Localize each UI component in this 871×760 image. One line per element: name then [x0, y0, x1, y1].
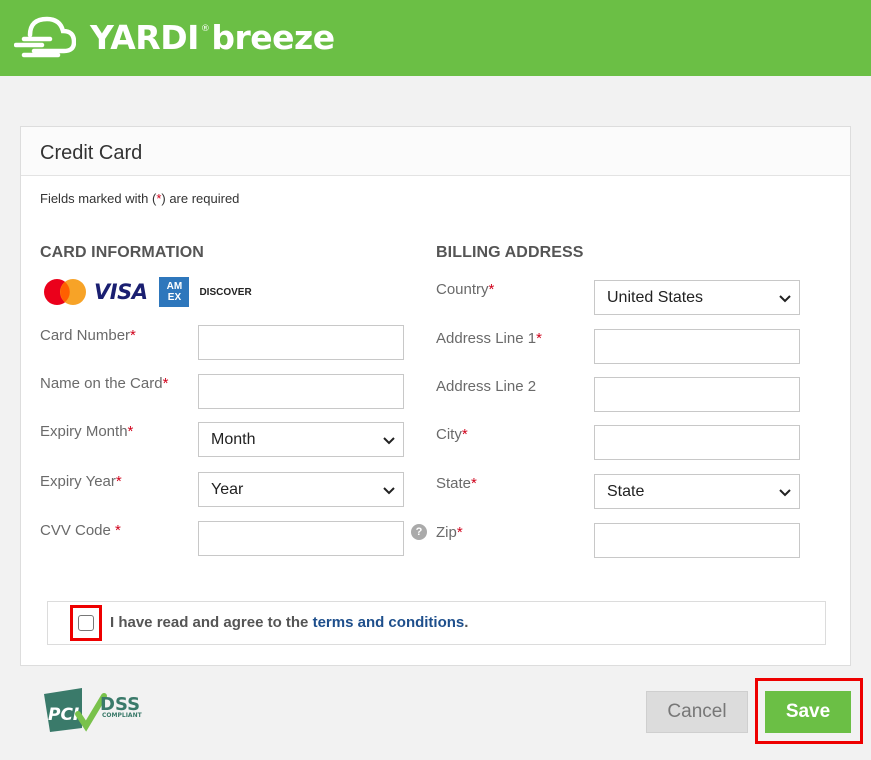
- card-number-input[interactable]: [198, 325, 404, 360]
- state-label: State*: [436, 475, 477, 492]
- help-icon[interactable]: ?: [411, 524, 427, 540]
- state-value: State: [607, 483, 645, 500]
- address-line-2-label: Address Line 2: [436, 378, 537, 395]
- name-on-card-input[interactable]: [198, 374, 404, 409]
- name-on-card-label: Name on the Card*: [40, 375, 169, 392]
- expiry-month-value: Month: [211, 431, 256, 448]
- header-bar: YARDI ®breeze: [0, 0, 871, 76]
- pci-dss-compliant-logo: PCI DSS COMPLIANT: [42, 686, 157, 741]
- pci-text: PCI: [48, 705, 79, 725]
- terms-link[interactable]: terms and conditions: [313, 614, 465, 631]
- credit-card-panel: Credit Card Fields marked with (*) are r…: [20, 126, 851, 666]
- address-line-1-input[interactable]: [594, 329, 800, 364]
- discover-icon: DISCOVER: [199, 286, 252, 298]
- cancel-button[interactable]: Cancel: [646, 691, 748, 733]
- expiry-year-select[interactable]: Year: [198, 472, 404, 507]
- city-input[interactable]: [594, 425, 800, 460]
- zip-label: Zip*: [436, 524, 463, 541]
- country-value: United States: [607, 289, 704, 306]
- terms-agreement-text: I have read and agree to the terms and c…: [110, 614, 469, 631]
- address-line-2-input[interactable]: [594, 377, 800, 412]
- expiry-year-value: Year: [211, 481, 244, 498]
- country-select[interactable]: United States: [594, 280, 800, 315]
- compliant-text: COMPLIANT: [102, 712, 143, 719]
- expiry-year-label: Expiry Year*: [40, 473, 122, 490]
- cloud-wind-icon: [14, 16, 76, 58]
- billing-address-heading: BILLING ADDRESS: [436, 244, 584, 261]
- expiry-month-select[interactable]: Month: [198, 422, 404, 457]
- save-button[interactable]: Save: [765, 691, 851, 733]
- zip-input[interactable]: [594, 523, 800, 558]
- state-select[interactable]: State: [594, 474, 800, 509]
- cvv-code-input[interactable]: [198, 521, 404, 556]
- cvv-code-label: CVV Code *: [40, 522, 121, 539]
- amex-icon: AM EX: [159, 277, 190, 307]
- terms-agreement-box: I have read and agree to the terms and c…: [47, 601, 826, 645]
- required-fields-note: Fields marked with (*) are required: [40, 191, 240, 206]
- chevron-down-icon: [383, 487, 395, 495]
- card-number-label: Card Number*: [40, 327, 136, 344]
- yardi-breeze-logo[interactable]: YARDI ®breeze: [14, 14, 335, 62]
- terms-checkbox[interactable]: [78, 615, 94, 631]
- accepted-cards: VISA AM EX DISCOVER: [41, 277, 252, 307]
- visa-icon: VISA: [94, 280, 148, 304]
- expiry-month-label: Expiry Month*: [40, 423, 134, 440]
- chevron-down-icon: [779, 489, 791, 497]
- chevron-down-icon: [383, 437, 395, 445]
- card-information-heading: CARD INFORMATION: [40, 244, 204, 261]
- mastercard-icon: [44, 279, 86, 305]
- city-label: City*: [436, 426, 468, 443]
- brand-name: YARDI ®breeze: [90, 17, 335, 57]
- panel-title: Credit Card: [40, 142, 143, 164]
- panel-header: Credit Card: [21, 127, 850, 176]
- chevron-down-icon: [779, 295, 791, 303]
- country-label: Country*: [436, 281, 495, 298]
- address-line-1-label: Address Line 1*: [436, 330, 542, 347]
